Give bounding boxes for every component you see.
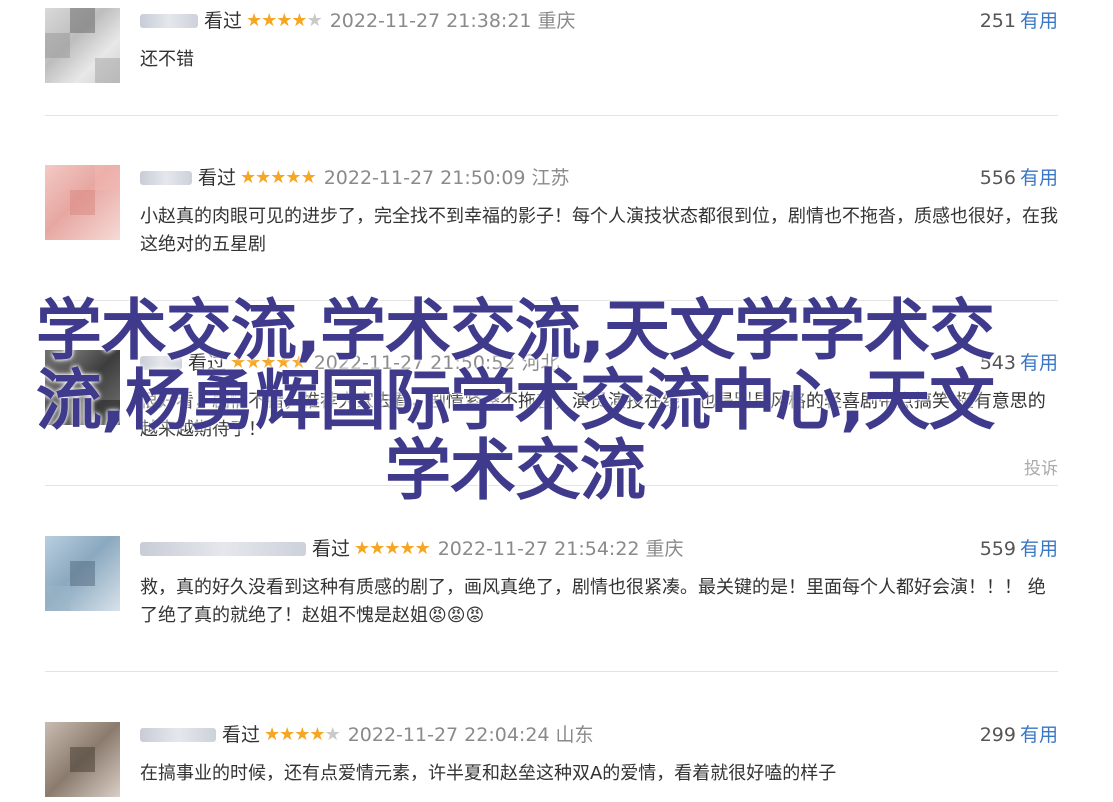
review-location: 重庆 <box>537 10 576 32</box>
avatar[interactable] <box>45 536 120 611</box>
username[interactable] <box>140 14 198 28</box>
watched-label: 看过 <box>222 724 261 746</box>
useful-button[interactable]: 559 有用 <box>980 536 1058 562</box>
useful-count: 251 <box>979 10 1016 32</box>
review-text: 在搞事业的时候，还有点爱情元素，许半夏和赵垒这种双A的爱情，看着就很好嗑的样子 <box>140 763 837 784</box>
useful-count: 556 <box>979 167 1016 189</box>
review-text: 小赵真的肉眼可见的进步了，完全找不到幸福的影子！每个人演技状态都很到位，剧情也不… <box>140 206 1058 255</box>
rating-stars: ★★★★★ <box>246 10 323 31</box>
report-link[interactable]: 投诉 <box>1024 454 1058 479</box>
watched-label: 看过 <box>204 10 243 32</box>
rating-stars: ★★★★★ <box>354 538 431 559</box>
review-time: 2022-11-27 21:38:21 <box>329 10 532 32</box>
review-item: 看过 ★★★★★ 2022-11-27 21:50:09 江苏 556 有用 小赵… <box>45 165 1058 301</box>
useful-button[interactable]: 556 有用 <box>980 165 1058 191</box>
useful-count: 559 <box>979 538 1016 560</box>
rating-stars: ★★★★★ <box>240 167 317 188</box>
avatar[interactable] <box>45 165 120 240</box>
review-time: 2022-11-27 21:54:22 <box>437 538 640 560</box>
review-text: 还不错 <box>140 49 194 70</box>
watched-label: 看过 <box>198 167 237 189</box>
watched-label: 看过 <box>312 538 351 560</box>
useful-button[interactable]: 251 有用 <box>980 8 1058 34</box>
overlay-banner-text: 学术交流,学术交流,天文学学术交流,杨勇辉国际学术交流中心,天文学术交流 <box>35 292 995 509</box>
useful-button[interactable]: 299 有用 <box>980 722 1058 748</box>
review-text: 救，真的好久没看到这种有质感的剧了，画风真绝了，剧情也很紧凑。最关键的是！里面每… <box>140 577 1046 626</box>
useful-label[interactable]: 有用 <box>1020 724 1058 746</box>
username[interactable] <box>140 171 192 185</box>
useful-label[interactable]: 有用 <box>1020 352 1058 374</box>
avatar[interactable] <box>45 722 120 797</box>
useful-label[interactable]: 有用 <box>1020 167 1058 189</box>
username[interactable] <box>140 728 216 742</box>
review-item: 看过 ★★★★★ 2022-11-27 22:04:24 山东 299 有用 在搞… <box>45 722 1058 802</box>
review-time: 2022-11-27 22:04:24 <box>347 724 550 746</box>
avatar[interactable] <box>45 8 120 83</box>
review-item: 看过 ★★★★★ 2022-11-27 21:38:21 重庆 251 有用 还不… <box>45 8 1058 116</box>
review-time: 2022-11-27 21:50:09 <box>323 167 526 189</box>
useful-count: 299 <box>979 724 1016 746</box>
review-item: 看过 ★★★★★ 2022-11-27 21:54:22 重庆 559 有用 救，… <box>45 536 1058 672</box>
review-location: 江苏 <box>531 167 570 189</box>
username[interactable] <box>140 542 306 556</box>
review-location: 重庆 <box>645 538 684 560</box>
review-location: 山东 <box>555 724 594 746</box>
rating-stars: ★★★★★ <box>264 724 341 745</box>
useful-label[interactable]: 有用 <box>1020 538 1058 560</box>
useful-label[interactable]: 有用 <box>1020 10 1058 32</box>
